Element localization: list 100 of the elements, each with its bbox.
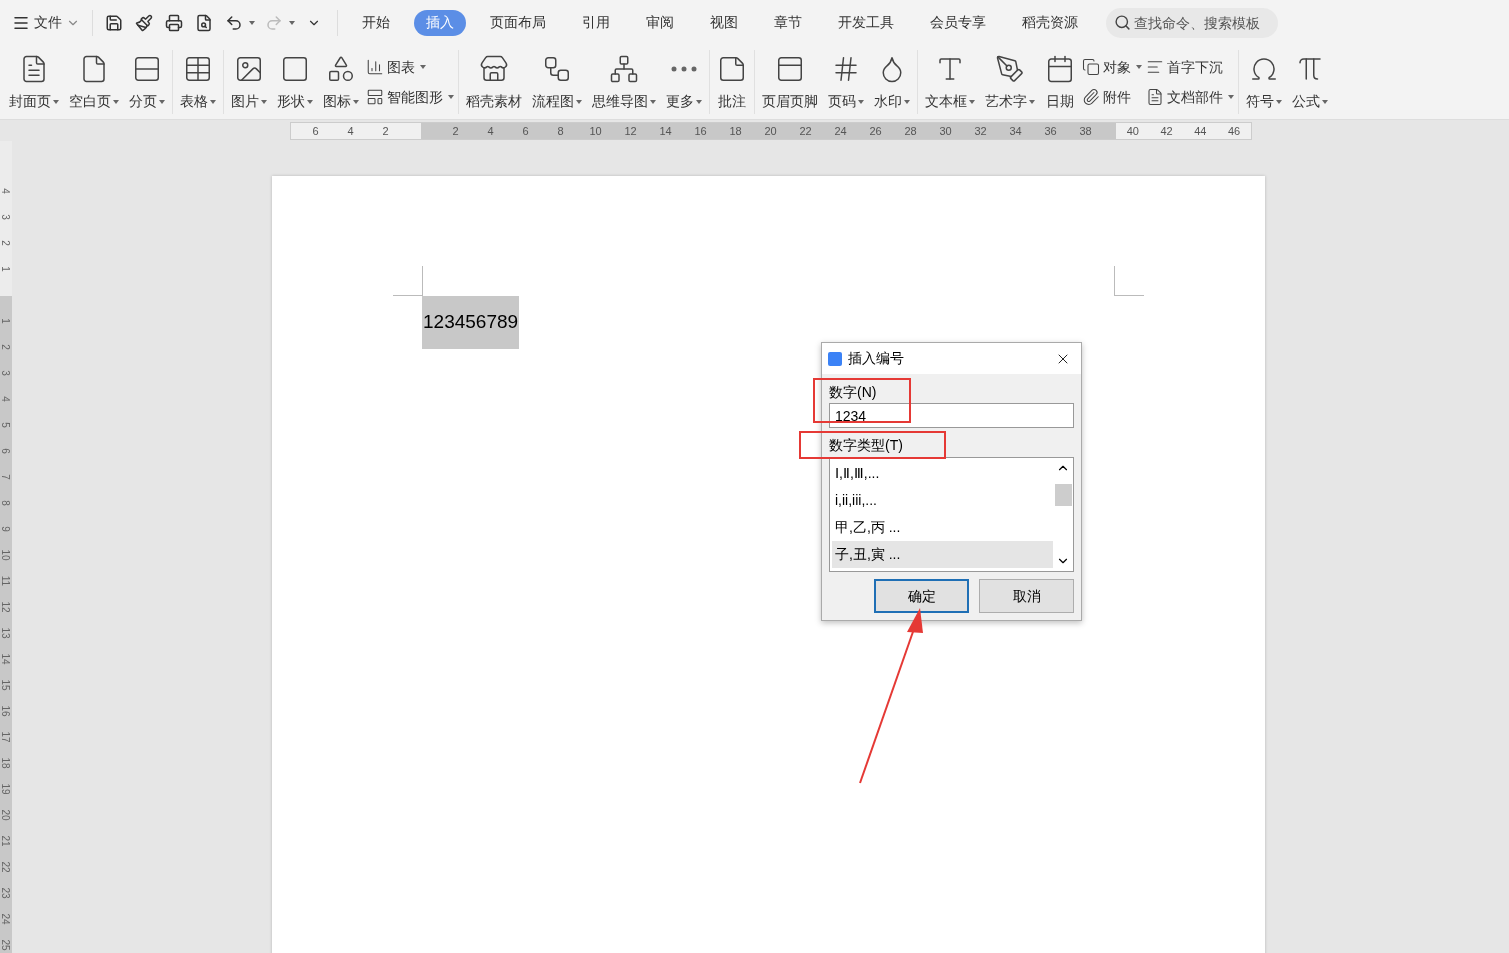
toolbar-button[interactable]: 公式 <box>1289 52 1331 112</box>
toolbar-button[interactable]: 符号 <box>1243 52 1285 112</box>
toolbar-button[interactable]: 空白页 <box>66 52 122 112</box>
dialog-button[interactable]: 取消 <box>979 579 1074 613</box>
ruler-number: 44 <box>1193 123 1208 139</box>
toolbar-button[interactable]: 表格 <box>177 52 219 112</box>
number-field[interactable]: 1234 <box>829 403 1074 428</box>
toolbar-button[interactable]: 文档部件 <box>1146 84 1234 110</box>
toolbar-button[interactable]: 封面页 <box>6 52 62 112</box>
caret-icon <box>53 99 59 104</box>
list-item[interactable]: Ⅰ,Ⅱ,Ⅲ,... <box>832 460 1053 487</box>
toolbar-button[interactable]: 图片 <box>228 52 270 112</box>
toolbar-button[interactable]: 页码 <box>825 52 867 112</box>
ruler-number: 6 <box>521 123 530 139</box>
ruler-number: 20 <box>763 123 778 139</box>
caret-icon <box>1136 65 1142 69</box>
toolbar-button[interactable]: 智能图形 <box>366 84 454 110</box>
save-icon[interactable] <box>105 13 123 32</box>
dialog-button[interactable]: 确定 <box>874 579 969 613</box>
ribbon-tab[interactable]: 审阅 <box>634 9 686 36</box>
search-field[interactable]: 查找命令、搜索模板 <box>1106 7 1278 38</box>
ruler-number: 42 <box>1159 123 1174 139</box>
ruler-number: 4 <box>0 187 13 196</box>
toolbar-button[interactable]: 稻壳素材 <box>463 52 525 112</box>
ribbon-tab[interactable]: 章节 <box>762 9 814 36</box>
ruler-number: 2 <box>0 343 13 352</box>
ruler-number: 19 <box>0 783 13 795</box>
ribbon-tab[interactable]: 页面布局 <box>478 9 558 36</box>
toolbar-button[interactable]: 图表 <box>366 54 454 80</box>
ruler-number: 10 <box>588 123 603 139</box>
ruler-number: 3 <box>0 369 13 378</box>
ruler-number: 36 <box>1043 123 1058 139</box>
ruler-number: 24 <box>0 913 13 925</box>
toolbar-button[interactable]: 流程图 <box>529 52 585 112</box>
square-icon <box>280 54 310 84</box>
ribbon-tab[interactable]: 稻壳资源 <box>1010 9 1090 36</box>
ruler-number: 24 <box>833 123 848 139</box>
store-icon <box>479 54 509 84</box>
ruler-number: 7 <box>0 473 13 482</box>
ruler-number: 22 <box>0 861 13 873</box>
toolbar-button[interactable]: 图标 <box>320 52 362 112</box>
toolbar-button[interactable]: 日期 <box>1042 52 1078 112</box>
ribbon-tab[interactable]: 引用 <box>570 9 622 36</box>
ruler-number: 8 <box>556 123 565 139</box>
toolbar-button[interactable]: 附件 <box>1082 84 1142 110</box>
caret-icon <box>1322 99 1328 104</box>
ruler-number: 9 <box>0 525 13 534</box>
print-icon[interactable] <box>165 13 183 32</box>
mind-map-icon <box>609 54 639 84</box>
toolbar-button[interactable]: 艺术字 <box>982 52 1038 112</box>
toolbar-button[interactable]: 文本框 <box>922 52 978 112</box>
picture-icon <box>234 54 264 84</box>
ruler-number: 21 <box>0 835 13 847</box>
undo-icon[interactable] <box>225 13 243 32</box>
file-menu-button[interactable]: 文件 <box>8 7 84 38</box>
caret-icon <box>650 99 656 104</box>
ruler-number: 18 <box>0 757 13 769</box>
toolbar-button[interactable]: 更多 <box>663 52 705 112</box>
caret-icon <box>969 99 975 104</box>
brush-icon[interactable] <box>135 13 153 32</box>
toolbar-button[interactable]: 水印 <box>871 52 913 112</box>
ruler-number: 10 <box>0 549 13 561</box>
header-icon <box>775 54 805 84</box>
object-icon <box>1082 58 1100 76</box>
ruler-number: 1 <box>0 265 13 274</box>
ribbon-tab[interactable]: 视图 <box>698 9 750 36</box>
toolbar-button[interactable]: 对象 <box>1082 54 1142 80</box>
ribbon-tab[interactable]: 会员专享 <box>918 9 998 36</box>
toolbar-button[interactable]: 批注 <box>714 52 750 112</box>
caret-icon <box>420 65 426 69</box>
ruler-number: 12 <box>623 123 638 139</box>
flowchart-icon <box>542 54 572 84</box>
caret-icon <box>113 99 119 104</box>
ruler-number: 25 <box>0 939 13 951</box>
print-preview-icon[interactable] <box>195 13 213 32</box>
bar-chart-icon <box>366 58 384 76</box>
margin-corner-mark <box>393 266 423 296</box>
toolbar-button[interactable]: 页眉页脚 <box>759 52 821 112</box>
caret-icon <box>289 20 295 25</box>
list-item[interactable]: 甲,乙,丙 ... <box>832 514 1053 541</box>
scrollbar-thumb[interactable] <box>1054 483 1072 506</box>
toolbar-button[interactable]: 思维导图 <box>589 52 659 112</box>
note-icon <box>717 54 747 84</box>
ruler-number: 4 <box>346 123 355 139</box>
ruler-number: 32 <box>973 123 988 139</box>
toolbar-button[interactable]: 首字下沉 <box>1146 54 1234 80</box>
ruler-number: 14 <box>658 123 673 139</box>
ruler-number: 38 <box>1078 123 1093 139</box>
list-item[interactable]: i,ii,iii,... <box>832 487 1053 514</box>
ruler-number: 11 <box>0 575 13 587</box>
list-item[interactable]: 子,丑,寅 ... <box>832 541 1053 568</box>
ruler-number: 2 <box>381 123 390 139</box>
field-label: 数字类型(T) <box>829 436 903 454</box>
toolbar-button[interactable]: 形状 <box>274 52 316 112</box>
caret-icon <box>448 95 454 99</box>
ruler-number: 22 <box>798 123 813 139</box>
ribbon-tab[interactable]: 开始 <box>350 9 402 36</box>
toolbar-button[interactable]: 分页 <box>126 52 168 112</box>
ribbon-tab[interactable]: 开发工具 <box>826 9 906 36</box>
pen-icon <box>995 54 1025 84</box>
